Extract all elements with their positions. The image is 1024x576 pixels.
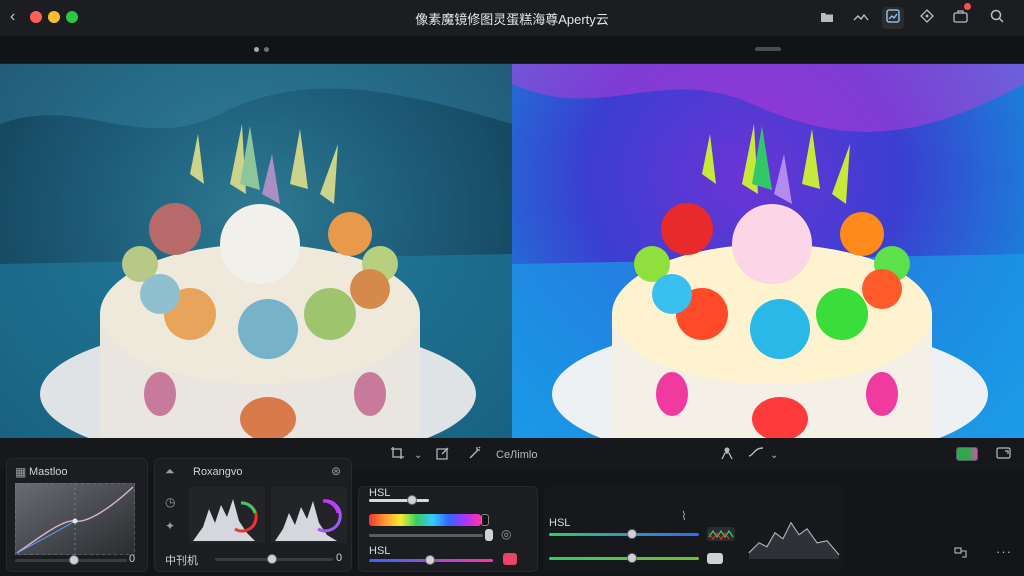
curve-graph[interactable] xyxy=(15,483,135,555)
curve-tool-icon[interactable] xyxy=(748,446,764,461)
color-swatch[interactable] xyxy=(956,447,978,461)
effects-icon[interactable] xyxy=(916,7,938,29)
histogram-value: 0 xyxy=(336,552,343,564)
page-indicator[interactable] xyxy=(264,47,269,52)
page-indicator-active[interactable] xyxy=(254,47,259,52)
drag-handle[interactable] xyxy=(755,47,781,51)
curve-value: 0 xyxy=(129,553,136,565)
hsl-top-label: HSL xyxy=(369,487,391,499)
edit-icon[interactable] xyxy=(436,446,450,463)
curve-slider-knob[interactable] xyxy=(69,555,79,565)
histogram-panel-title: Roxangvo xyxy=(193,466,243,478)
export-icon[interactable] xyxy=(950,7,972,29)
histogram-before xyxy=(189,487,265,543)
hsl-panel: HSL ◎ HSL xyxy=(358,486,538,572)
luminance-graph xyxy=(748,521,840,559)
saturation-end-knob[interactable] xyxy=(485,529,493,541)
compare-icon[interactable] xyxy=(850,7,872,29)
curves-panel-title: Mastloo xyxy=(29,466,68,478)
histogram-options-icon[interactable]: ⊛ xyxy=(331,464,341,478)
hsl-color-chip[interactable] xyxy=(503,553,517,565)
curve-dropdown-chevron-icon[interactable]: ⌄ xyxy=(770,450,778,461)
hsl-bottom-label: HSL xyxy=(369,545,391,557)
clock-icon[interactable]: ◷ xyxy=(165,495,175,509)
hsl-secondary-panel: HSL ⌇ xyxy=(544,486,844,572)
search-icon[interactable] xyxy=(986,7,1008,29)
hsl-secondary-bottom-track[interactable] xyxy=(549,557,699,560)
crop-icon[interactable] xyxy=(390,446,406,463)
person-icon[interactable] xyxy=(720,446,734,463)
wave-chip[interactable] xyxy=(707,527,735,541)
view-strip xyxy=(0,36,1024,64)
sparkle-icon[interactable]: ✦ xyxy=(165,519,175,533)
curves-panel: ▦ Mastloo 0 xyxy=(6,458,148,572)
hsl-top-slider-knob[interactable] xyxy=(407,495,417,505)
hsl-secondary-top-knob[interactable] xyxy=(627,529,637,539)
hsl-secondary-chip[interactable] xyxy=(707,553,723,564)
original-image xyxy=(0,64,512,438)
histogram-slider-knob[interactable] xyxy=(267,554,277,564)
hsl-secondary-top-track[interactable] xyxy=(549,533,699,536)
saturation-track[interactable] xyxy=(369,534,483,537)
hue-end-marker xyxy=(481,514,489,526)
folder-icon[interactable] xyxy=(816,7,838,29)
layout-icon[interactable] xyxy=(954,546,972,563)
edited-image xyxy=(512,64,1024,438)
curves-panel-icon: ▦ xyxy=(15,465,27,479)
fit-view-icon[interactable] xyxy=(996,446,1012,463)
hue-spectrum[interactable] xyxy=(369,514,481,526)
hsl-secondary-bottom-knob[interactable] xyxy=(627,553,637,563)
more-options-icon[interactable]: ··· xyxy=(996,544,1012,559)
histogram-after xyxy=(271,487,347,543)
reset-icon[interactable]: ◎ xyxy=(501,527,511,541)
crop-dropdown-chevron-icon[interactable]: ⌄ xyxy=(414,450,422,461)
histogram-slider-label: 中刊机 xyxy=(165,555,198,567)
hsl-secondary-label: HSL xyxy=(549,517,571,529)
histogram-panel-icon: ⏶ xyxy=(165,464,175,478)
hsl-top-slider-track[interactable] xyxy=(369,499,429,502)
hsl-bottom-slider-knob[interactable] xyxy=(425,555,435,565)
histogram-panel: ⏶ Roxangvo ⊛ ◷ ✦ 中刊机 0 xyxy=(154,458,352,572)
title-bar: ‹ 像素魔镜修图灵蛋糕海尊Aperty云 xyxy=(0,0,1024,36)
wand-icon[interactable] xyxy=(468,446,482,463)
notification-badge xyxy=(964,3,971,10)
split-icon[interactable]: ⌇ xyxy=(681,509,687,523)
image-adjust-icon[interactable] xyxy=(882,7,904,29)
tool-mode-label[interactable]: CeЛimlo xyxy=(496,449,537,461)
